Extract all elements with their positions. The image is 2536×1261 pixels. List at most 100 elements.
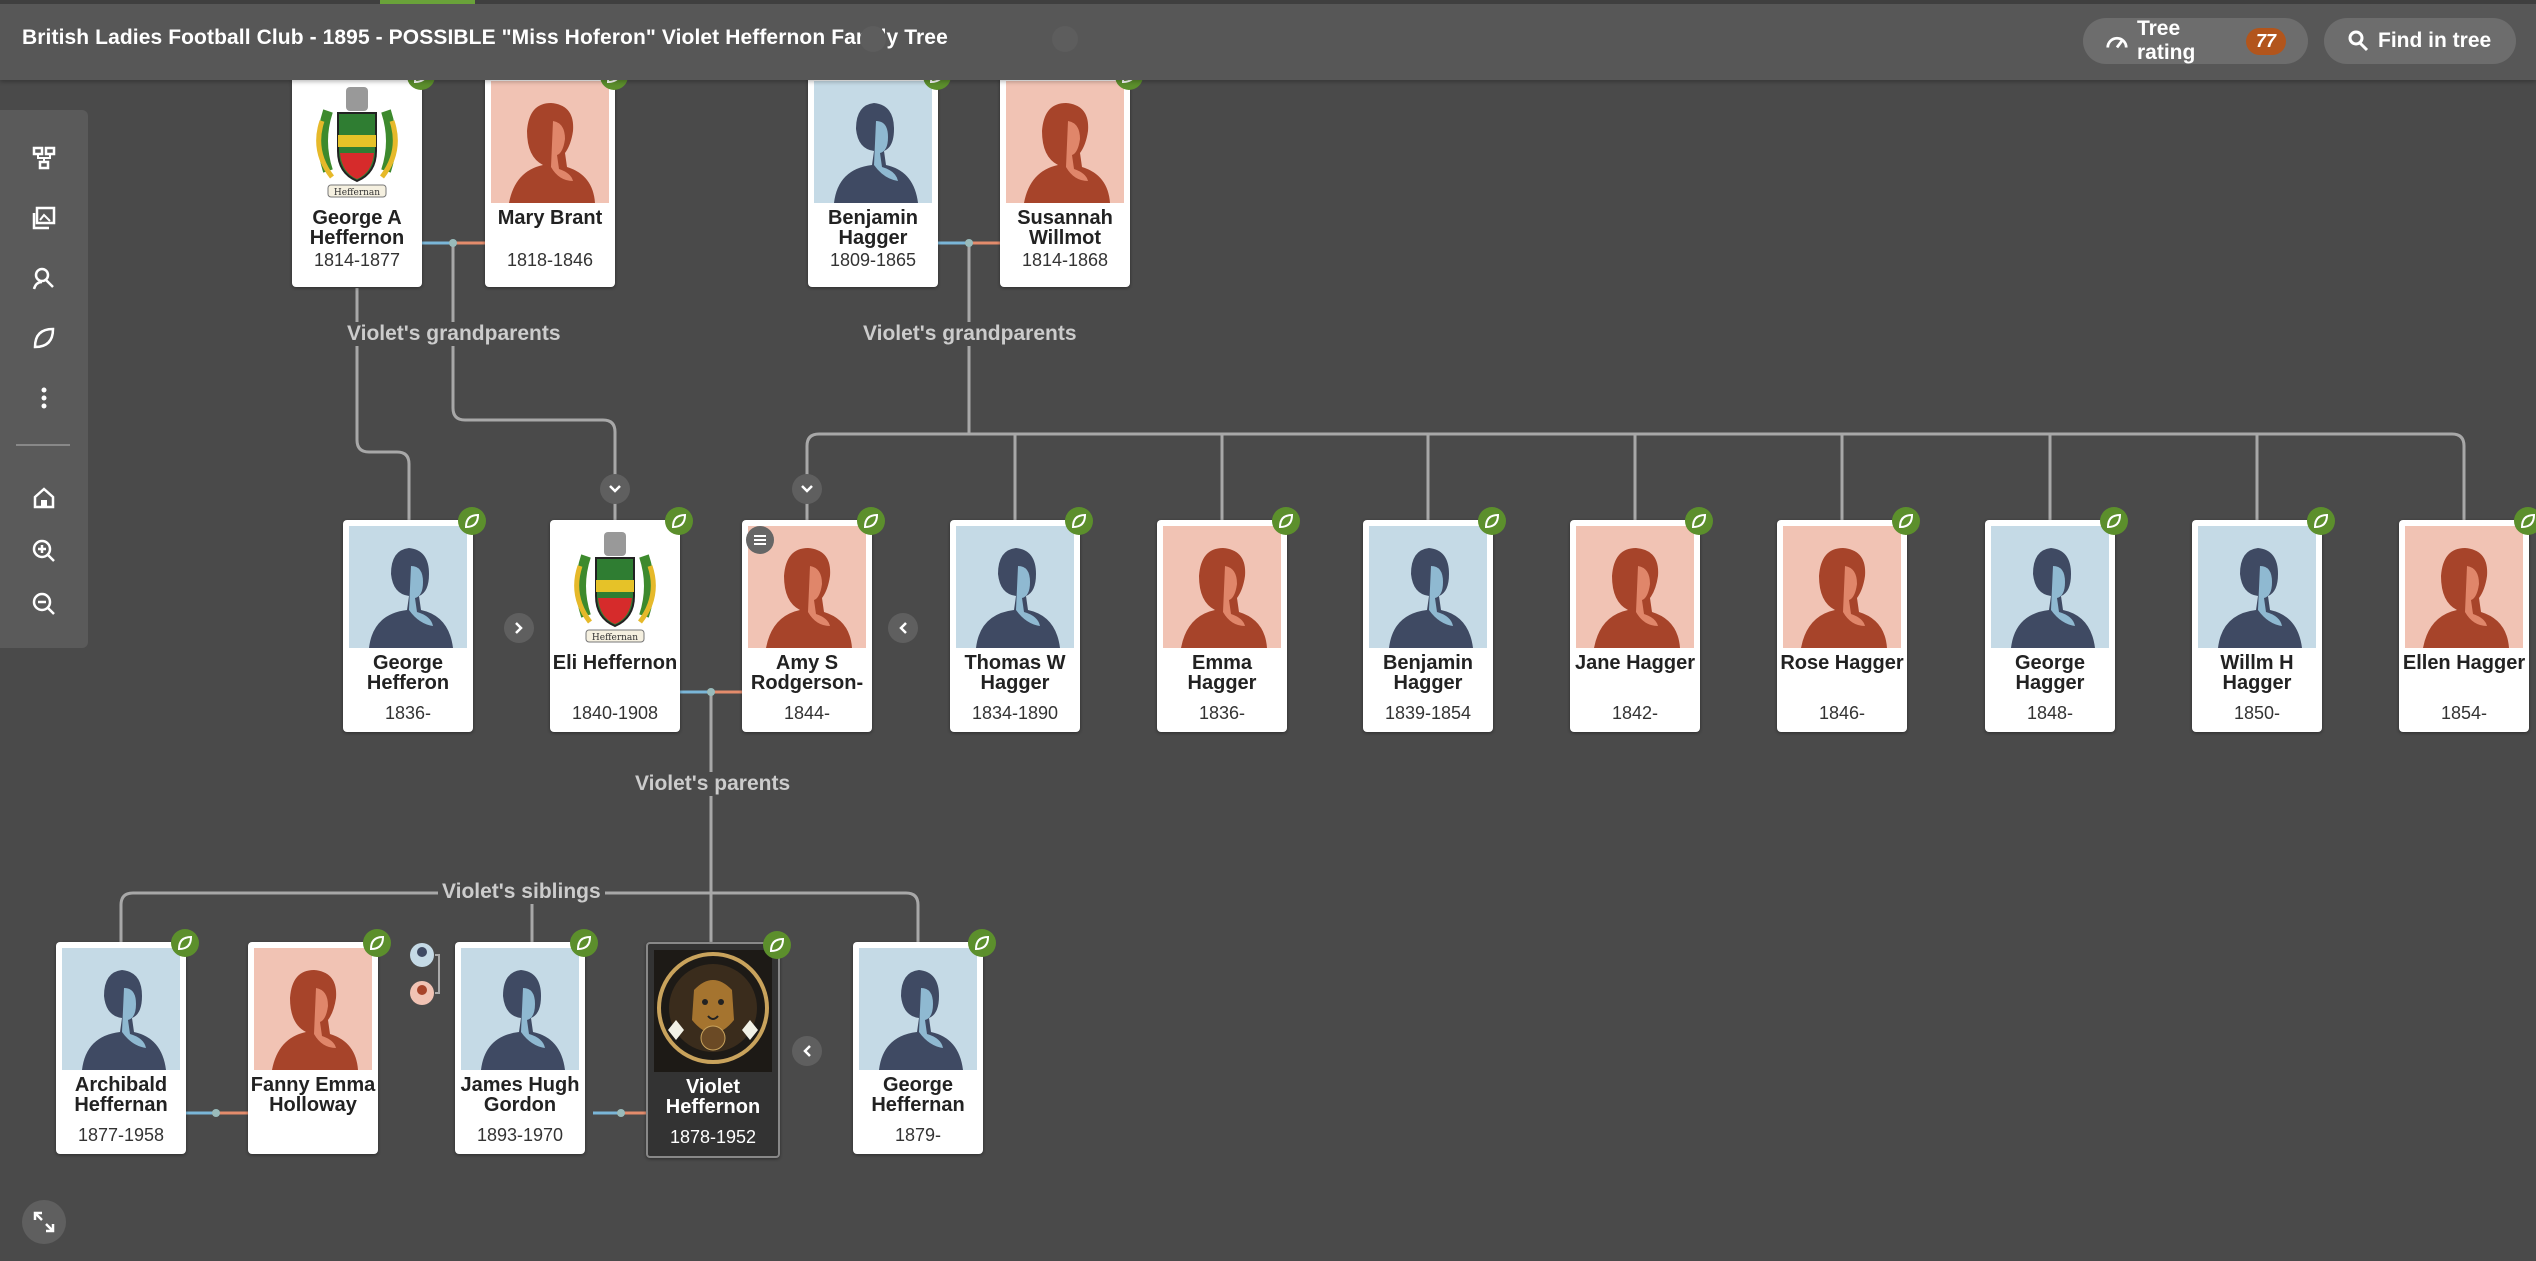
person-name: Jane Hagger [1574, 652, 1696, 674]
collapse-siblings-button[interactable] [792, 1036, 822, 1066]
chevron-left-icon [899, 622, 907, 634]
hint-leaf-icon[interactable] [570, 929, 598, 957]
hint-leaf-icon[interactable] [363, 929, 391, 957]
person-card-george-hg[interactable]: George Hagger 1848- [1985, 507, 2128, 732]
person-name: Mary Brant [497, 207, 603, 229]
person-card-ellen[interactable]: Ellen Hagger 1854- [2399, 507, 2536, 732]
person-name: Violet Heffernon [665, 1076, 761, 1118]
hint-leaf-icon[interactable] [171, 929, 199, 957]
person-card-thomas[interactable]: Thomas W Hagger 1834-1890 [950, 507, 1093, 732]
gallery-icon[interactable] [26, 200, 62, 236]
next-spouse-button[interactable] [504, 613, 534, 643]
hint-leaf-icon[interactable] [1892, 507, 1920, 535]
hint-leaf-icon[interactable] [2100, 507, 2128, 535]
hint-leaf-icon[interactable] [1478, 507, 1506, 535]
person-name: James Hugh Gordon [460, 1074, 580, 1116]
person-years: 1818-1846 [506, 250, 594, 270]
person-card-mary[interactable]: Mary Brant 1818-1846 [485, 62, 628, 287]
notes-icon[interactable] [746, 526, 774, 554]
person-card-george-a[interactable]: Heffernan George A Heffernon 1814-1877 [292, 62, 435, 287]
person-card-rose[interactable]: Rose Hagger 1846- [1777, 507, 1920, 732]
person-name: George A Heffernon [309, 207, 405, 249]
switch-spouse-icon[interactable] [408, 942, 440, 1008]
person-card-james[interactable]: James Hugh Gordon 1893-1970 [455, 929, 598, 1154]
silhouette-female-icon [254, 948, 372, 1070]
person-name: George Hefferon [366, 652, 450, 694]
silhouette-male-icon [62, 948, 180, 1070]
person-card-george-h[interactable]: George Hefferon 1836- [343, 507, 486, 732]
person-card-fanny[interactable]: Fanny Emma Holloway [248, 929, 391, 1154]
person-name: Amy S Rodgerson- [750, 652, 864, 694]
person-years: 1848- [2026, 703, 2074, 723]
hint-icon[interactable] [26, 320, 62, 356]
grandparents-label: Violet's grandparents [859, 322, 1081, 346]
siblings-label: Violet's siblings [438, 880, 605, 904]
person-card-jane[interactable]: Jane Hagger 1842- [1570, 507, 1713, 732]
person-card-archibald[interactable]: Archibald Heffernan 1877-1958 [56, 929, 199, 1154]
left-toolbar [0, 110, 88, 648]
person-years: 1814-1868 [1021, 250, 1109, 270]
hint-leaf-icon[interactable] [1272, 507, 1300, 535]
person-name: George Heffernan [871, 1074, 965, 1116]
person-card-benjamin-s[interactable]: Benjamin Hagger 1809-1865 [808, 62, 951, 287]
person-years: 1878-1952 [669, 1127, 757, 1147]
chevron-down-icon [609, 485, 621, 493]
person-card-willm[interactable]: Willm H Hagger 1850- [2192, 507, 2335, 732]
hint-leaf-icon[interactable] [763, 931, 791, 959]
zoom-in-icon[interactable] [26, 533, 62, 569]
profile-photo: Heffernan [298, 81, 416, 203]
expand-parents-button[interactable] [600, 474, 630, 504]
person-card-benjamin-j[interactable]: Benjamin Hagger 1839-1854 [1363, 507, 1506, 732]
hint-leaf-icon[interactable] [665, 507, 693, 535]
silhouette-male-icon [2198, 526, 2316, 648]
person-card-george-s[interactable]: George Heffernan 1879- [853, 929, 996, 1154]
person-years: 1836- [1198, 703, 1246, 723]
person-card-susannah[interactable]: Susannah Willmot 1814-1868 [1000, 62, 1143, 287]
tree-view-icon[interactable] [26, 140, 62, 176]
person-years: 1879- [894, 1125, 942, 1145]
hint-leaf-icon[interactable] [1685, 507, 1713, 535]
top-bar: British Ladies Football Club - 1895 - PO… [0, 0, 2536, 80]
silhouette-female-icon [1006, 81, 1124, 203]
zoom-out-icon[interactable] [26, 586, 62, 622]
silhouette-male-icon [349, 526, 467, 648]
hint-leaf-icon[interactable] [1065, 507, 1093, 535]
hint-leaf-icon[interactable] [2307, 507, 2335, 535]
hint-leaf-icon[interactable] [857, 507, 885, 535]
home-icon[interactable] [26, 480, 62, 516]
tree-rating-button[interactable]: Tree rating 77 [2083, 17, 2308, 64]
silhouette-female-icon [2405, 526, 2523, 648]
hint-leaf-icon[interactable] [968, 929, 996, 957]
person-years: 1854- [2440, 703, 2488, 723]
person-years: 1893-1970 [476, 1125, 564, 1145]
person-card-amy[interactable]: Amy S Rodgerson- 1844- [742, 507, 885, 732]
person-name: Thomas W Hagger [964, 652, 1066, 694]
find-in-tree-button[interactable]: Find in tree [2324, 18, 2516, 64]
person-name: Fanny Emma Holloway [250, 1074, 376, 1116]
tree-rating-label: Tree rating [2136, 17, 2196, 64]
expand-parents-button[interactable] [792, 474, 822, 504]
person-card-eli[interactable]: Heffernan Eli Heffernon 1840-1908 [550, 507, 693, 732]
expand-ancestors-button[interactable] [860, 26, 886, 52]
person-name: George Hagger [2014, 652, 2086, 694]
person-card-emma[interactable]: Emma Hagger 1836- [1157, 507, 1300, 732]
toolbar-divider [16, 444, 70, 446]
silhouette-female-icon [491, 81, 609, 203]
hint-leaf-icon[interactable] [2514, 507, 2536, 535]
search-person-icon[interactable] [26, 260, 62, 296]
person-name: Benjamin Hagger [827, 207, 919, 249]
hint-leaf-icon[interactable] [458, 507, 486, 535]
person-years: 1846- [1818, 703, 1866, 723]
expand-ancestors-button[interactable] [1052, 26, 1078, 52]
silhouette-female-icon [1576, 526, 1694, 648]
person-name: Eli Heffernon [552, 652, 678, 674]
gauge-icon [2106, 36, 2128, 49]
person-years: 1842- [1611, 703, 1659, 723]
person-years: 1809-1865 [829, 250, 917, 270]
profile-photo: Heffernan [556, 526, 674, 648]
person-name: Benjamin Hagger [1382, 652, 1474, 694]
person-card-violet[interactable]: Violet Heffernon 1878-1952 [646, 931, 791, 1158]
collapse-siblings-button[interactable] [888, 613, 918, 643]
more-icon[interactable] [26, 380, 62, 416]
person-name: Ellen Hagger [2402, 652, 2526, 674]
